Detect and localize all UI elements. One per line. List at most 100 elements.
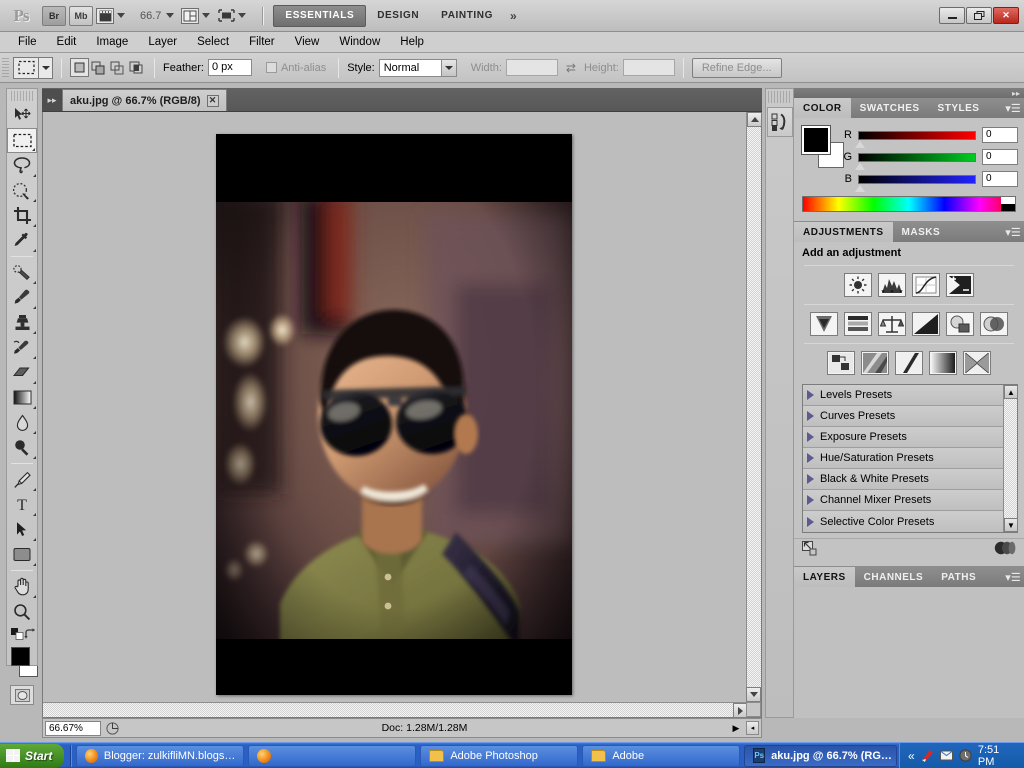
channel-value-g[interactable]: 0: [982, 149, 1018, 165]
dock-grip[interactable]: [768, 91, 791, 103]
menu-file[interactable]: File: [8, 33, 47, 52]
antivirus-icon[interactable]: [921, 749, 934, 763]
start-button[interactable]: Start: [0, 743, 65, 768]
crop-tool[interactable]: [7, 203, 37, 228]
color-balance-icon[interactable]: [878, 312, 906, 336]
workspace-tab-painting[interactable]: PAINTING: [430, 5, 504, 27]
workspace-tab-essentials[interactable]: ESSENTIALS: [273, 4, 367, 27]
tab-styles[interactable]: STYLES: [929, 98, 989, 118]
spectrum-white-black-end[interactable]: [1001, 197, 1015, 211]
posterize-icon[interactable]: [861, 351, 889, 375]
view-extras-icon[interactable]: [96, 7, 114, 24]
zoom-chevron-down-icon[interactable]: [166, 13, 175, 18]
style-select[interactable]: Normal: [378, 58, 457, 77]
eyedropper-tool[interactable]: [7, 228, 37, 253]
arrange-chevron-down-icon[interactable]: [202, 13, 211, 18]
hand-tool[interactable]: [7, 574, 37, 599]
expand-triangle-icon[interactable]: [807, 516, 814, 527]
tool-preset-picker[interactable]: [13, 56, 53, 79]
tab-paths[interactable]: PATHS: [932, 567, 985, 587]
preset-selective-color[interactable]: Selective Color Presets: [803, 511, 1003, 532]
clip-to-layer-icon[interactable]: [994, 541, 1016, 558]
height-input[interactable]: [622, 59, 675, 76]
tool-preset-chevron-down-icon[interactable]: [38, 57, 52, 78]
menu-window[interactable]: Window: [329, 33, 390, 52]
selection-mode-add-icon[interactable]: [89, 58, 108, 77]
exposure-icon[interactable]: [946, 273, 974, 297]
selection-mode-new-icon[interactable]: [70, 58, 89, 77]
channel-slider-thumb-r[interactable]: [855, 140, 865, 148]
foreground-color-swatch[interactable]: [11, 647, 30, 666]
vibrance-icon[interactable]: [810, 312, 838, 336]
selective-color-icon[interactable]: [963, 351, 991, 375]
status-zoom-input[interactable]: 66.67%: [45, 720, 101, 736]
presets-scrollbar[interactable]: ▲ ▼: [1003, 385, 1018, 532]
close-icon[interactable]: ✕: [206, 94, 219, 107]
tab-channels[interactable]: CHANNELS: [855, 567, 933, 587]
channel-slider-thumb-g[interactable]: [855, 162, 865, 170]
tab-swatches[interactable]: SWATCHES: [851, 98, 929, 118]
quick-selection-tool[interactable]: [7, 178, 37, 203]
scroll-down-button[interactable]: [746, 687, 761, 702]
tray-expand-icon[interactable]: «: [908, 749, 915, 763]
color-panel-menu-icon[interactable]: ▾☰: [1002, 98, 1024, 118]
move-tool[interactable]: [7, 103, 37, 128]
adjustments-panel-menu-icon[interactable]: ▾☰: [1002, 222, 1024, 242]
expand-triangle-icon[interactable]: [807, 432, 814, 442]
layers-panel-body[interactable]: [794, 587, 1024, 709]
expand-triangle-icon[interactable]: [807, 474, 814, 484]
rectangular-marquee-tool[interactable]: [7, 128, 37, 153]
taskbar-item-firefox-2[interactable]: [248, 744, 417, 767]
preset-curves[interactable]: Curves Presets: [803, 406, 1003, 427]
minimize-button[interactable]: [939, 7, 965, 24]
lasso-tool[interactable]: [7, 153, 37, 178]
blur-tool[interactable]: [7, 410, 37, 435]
close-button[interactable]: ✕: [993, 7, 1019, 24]
width-input[interactable]: [505, 59, 558, 76]
launch-bridge-button[interactable]: Br: [42, 5, 66, 26]
feather-input[interactable]: 0 px: [207, 59, 252, 76]
expand-triangle-icon[interactable]: [807, 453, 814, 463]
view-extras-chevron-down-icon[interactable]: [117, 13, 125, 18]
document-canvas-area[interactable]: [42, 112, 762, 718]
gradient-map-icon[interactable]: [929, 351, 957, 375]
channel-slider-thumb-b[interactable]: [855, 184, 865, 192]
curves-icon[interactable]: [912, 273, 940, 297]
history-brush-tool[interactable]: [7, 335, 37, 360]
image-canvas[interactable]: [216, 134, 572, 695]
color-panel-foreground-swatch[interactable]: [801, 125, 831, 155]
menu-layer[interactable]: Layer: [138, 33, 187, 52]
quick-mask-toggle[interactable]: [10, 685, 34, 705]
tab-adjustments[interactable]: ADJUSTMENTS: [794, 222, 893, 242]
expand-dock-icon[interactable]: ▸▸: [1012, 89, 1020, 98]
menu-select[interactable]: Select: [187, 33, 239, 52]
launch-mini-bridge-button[interactable]: Mb: [69, 5, 93, 26]
photo-filter-icon[interactable]: [946, 312, 974, 336]
layers-panel-menu-icon[interactable]: ▾☰: [1002, 567, 1024, 587]
expand-triangle-icon[interactable]: [807, 411, 814, 421]
black-white-icon[interactable]: [912, 312, 940, 336]
restore-button[interactable]: [966, 7, 992, 24]
taskbar-clock[interactable]: 7:51 PM: [978, 744, 1016, 768]
swap-width-height-icon[interactable]: ⇄: [566, 61, 576, 75]
menu-filter[interactable]: Filter: [239, 33, 285, 52]
document-tab-aku-jpg[interactable]: aku.jpg @ 66.7% (RGB/8) ✕: [62, 89, 227, 111]
options-bar-grip[interactable]: [2, 57, 9, 78]
antialias-checkbox-group[interactable]: Anti-alias: [265, 62, 330, 74]
brightness-contrast-icon[interactable]: [844, 273, 872, 297]
menu-help[interactable]: Help: [390, 33, 434, 52]
rectangle-tool[interactable]: [7, 542, 37, 567]
status-play-icon[interactable]: ▶: [728, 723, 744, 734]
channel-slider-r[interactable]: [855, 130, 976, 148]
style-chevron-down-icon[interactable]: [440, 59, 456, 76]
path-selection-tool[interactable]: [7, 517, 37, 542]
collapse-panel-icon[interactable]: ▸▸: [42, 89, 62, 111]
spot-healing-brush-tool[interactable]: [7, 260, 37, 285]
preset-hue-saturation[interactable]: Hue/Saturation Presets: [803, 448, 1003, 469]
color-spectrum-ramp[interactable]: [802, 196, 1016, 212]
tab-masks[interactable]: MASKS: [893, 222, 950, 242]
selection-mode-intersect-icon[interactable]: [127, 58, 146, 77]
canvas-vertical-scrollbar[interactable]: [746, 112, 762, 703]
menu-image[interactable]: Image: [86, 33, 138, 52]
levels-icon[interactable]: [878, 273, 906, 297]
